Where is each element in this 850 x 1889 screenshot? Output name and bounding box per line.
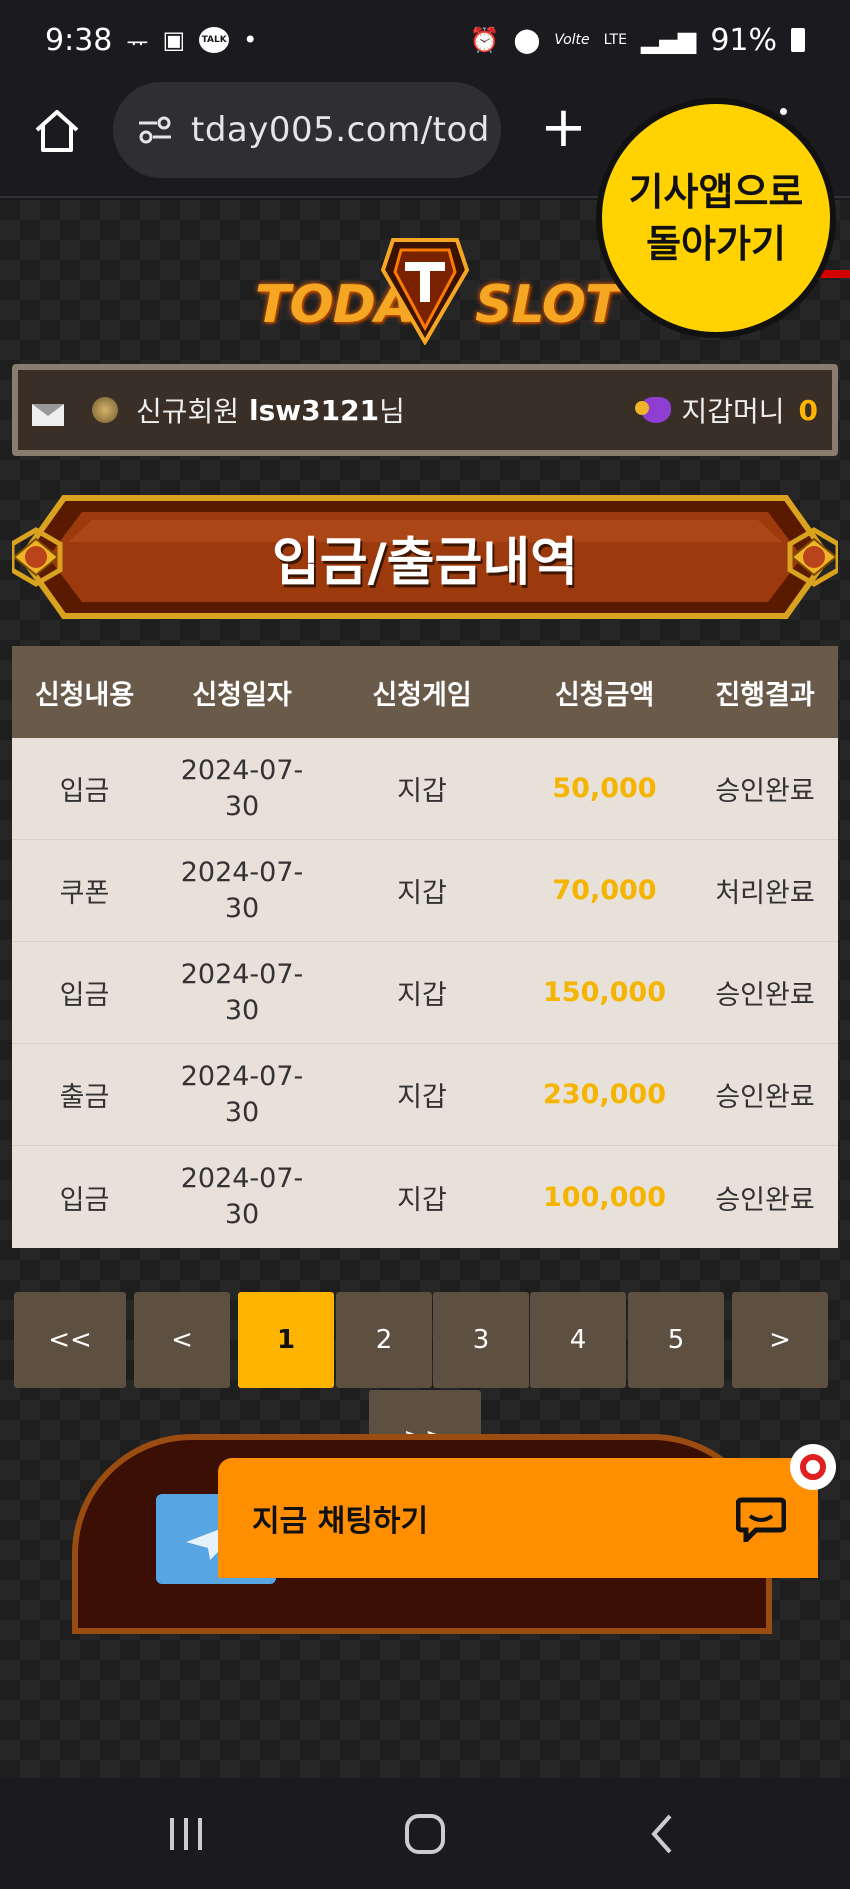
cell-amount: 100,000 [543, 1181, 666, 1213]
logo-word-slot: SLOT [475, 275, 620, 335]
user-info-bar: 신규회원 lsw3121 님 지갑머니 0 [12, 364, 838, 456]
status-bar: 9:38 ᅲ ▣ TALK • ⏰ ⬤ Volte LTE ▂▄▆ 91% [0, 0, 850, 80]
page-button-3[interactable]: 3 [433, 1292, 529, 1388]
volte-label: Volte [554, 32, 590, 48]
new-tab-icon[interactable]: + [540, 100, 587, 156]
chat-bubble-icon [736, 1497, 786, 1542]
talk-notification-icon: TALK [199, 27, 230, 53]
cell-type: 입금 [59, 980, 110, 1011]
page-title: 입금/출금내역 [271, 532, 579, 593]
username: lsw3121 [249, 393, 380, 427]
wallet-balance: 지갑머니 0 [635, 390, 818, 430]
column-header-type: 신청내용 [34, 679, 135, 711]
cell-result: 승인완료 [715, 776, 815, 807]
table-row: 입금 2024-07- 30 지갑 100,000 승인완료 [12, 1146, 838, 1248]
column-header-game: 신청게임 [372, 679, 472, 711]
chat-notification-badge-icon[interactable] [790, 1444, 836, 1490]
member-level-icon [92, 397, 118, 423]
cell-game: 지갑 [397, 878, 447, 909]
cell-game: 지갑 [397, 776, 447, 807]
table-row: 출금 2024-07- 30 지갑 230,000 승인완료 [12, 1044, 838, 1146]
column-header-date: 신청일자 [192, 679, 292, 711]
site-settings-icon[interactable] [137, 115, 173, 145]
wallet-value: 0 [798, 393, 818, 427]
cell-game: 지갑 [397, 980, 447, 1011]
cell-result: 처리완료 [715, 878, 815, 909]
username-suffix: 님 [379, 395, 405, 428]
table-header: 신청내용 신청일자 신청게임 신청금액 진행결과 [12, 646, 838, 738]
cell-result: 승인완료 [715, 1184, 815, 1216]
recent-apps-icon[interactable] [166, 1810, 206, 1858]
cell-result: 승인완료 [715, 980, 815, 1011]
cell-amount: 70,000 [552, 875, 657, 906]
next-page-button[interactable]: > [732, 1292, 828, 1388]
lte-label: LTE [603, 32, 627, 48]
system-nav-bar [0, 1778, 850, 1889]
page-button-4[interactable]: 4 [530, 1292, 626, 1388]
home-icon[interactable] [32, 106, 82, 156]
cell-type: 출금 [59, 1082, 110, 1113]
battery-percent: 91% [710, 22, 777, 58]
page-title-banner: 입금/출금내역 [12, 492, 838, 622]
member-level-label: 신규회원 [136, 395, 240, 428]
cell-type: 쿠폰 [59, 878, 110, 909]
cell-date: 2024-07- 30 [180, 1163, 304, 1230]
page-button-2[interactable]: 2 [336, 1292, 432, 1388]
table-row: 쿠폰 2024-07- 30 지갑 70,000 처리완료 [12, 840, 838, 942]
cell-type: 입금 [59, 776, 110, 807]
address-bar[interactable]: tday005.com/tod [113, 82, 501, 178]
signal-icon: ▂▄▆ [640, 26, 697, 54]
location-icon: ⬤ [513, 26, 541, 54]
cell-result: 승인완료 [715, 1082, 815, 1113]
cell-amount: 150,000 [543, 977, 666, 1008]
page-button-5[interactable]: 5 [628, 1292, 724, 1388]
column-header-amount: 신청금액 [554, 679, 655, 711]
cell-date: 2024-07- 30 [180, 856, 304, 924]
table-row: 입금 2024-07- 30 지갑 50,000 승인완료 [12, 738, 838, 840]
cell-date: 2024-07- 30 [180, 1060, 304, 1128]
url-text[interactable]: tday005.com/tod [191, 110, 491, 150]
logo-emblem-icon [380, 238, 470, 345]
cell-game: 지갑 [397, 1082, 447, 1113]
back-to-app-button[interactable]: 기사앱으로 돌아가기 [596, 98, 836, 338]
column-header-result: 진행결과 [715, 679, 815, 711]
alarm-icon: ⏰ [469, 26, 500, 54]
back-nav-icon[interactable] [646, 1810, 676, 1858]
first-page-button[interactable]: << [14, 1292, 126, 1388]
mail-icon[interactable] [32, 404, 64, 426]
wallet-label: 지갑머니 [681, 395, 785, 428]
app-notification-icon: ᅲ [126, 28, 149, 57]
image-notification-icon: ▣ [162, 26, 186, 54]
live-chat-button[interactable]: 지금 채팅하기 [218, 1458, 818, 1578]
prev-page-button[interactable]: < [134, 1292, 230, 1388]
clock: 9:38 [45, 22, 113, 58]
more-notifications-dot-icon: • [243, 26, 258, 54]
site-logo[interactable]: TODAY SLOT [255, 230, 620, 345]
table-row: 입금 2024-07- 30 지갑 150,000 승인완료 [12, 942, 838, 1044]
cell-type: 입금 [59, 1184, 110, 1216]
battery-icon [791, 28, 805, 52]
live-chat-label: 지금 채팅하기 [252, 1504, 429, 1539]
cell-game: 지갑 [397, 1184, 447, 1216]
cell-date: 2024-07- 30 [180, 754, 304, 822]
page-button-1[interactable]: 1 [238, 1292, 334, 1388]
home-nav-icon[interactable] [402, 1810, 448, 1858]
back-to-app-label: 기사앱으로 돌아가기 [628, 170, 804, 266]
cell-amount: 50,000 [552, 773, 657, 804]
cell-amount: 230,000 [543, 1079, 666, 1110]
wallet-money-icon [635, 397, 672, 423]
history-table: 신청내용 신청일자 신청게임 신청금액 진행결과 입금 2024-07- 30 … [12, 646, 838, 1248]
cell-date: 2024-07- 30 [180, 958, 304, 1026]
